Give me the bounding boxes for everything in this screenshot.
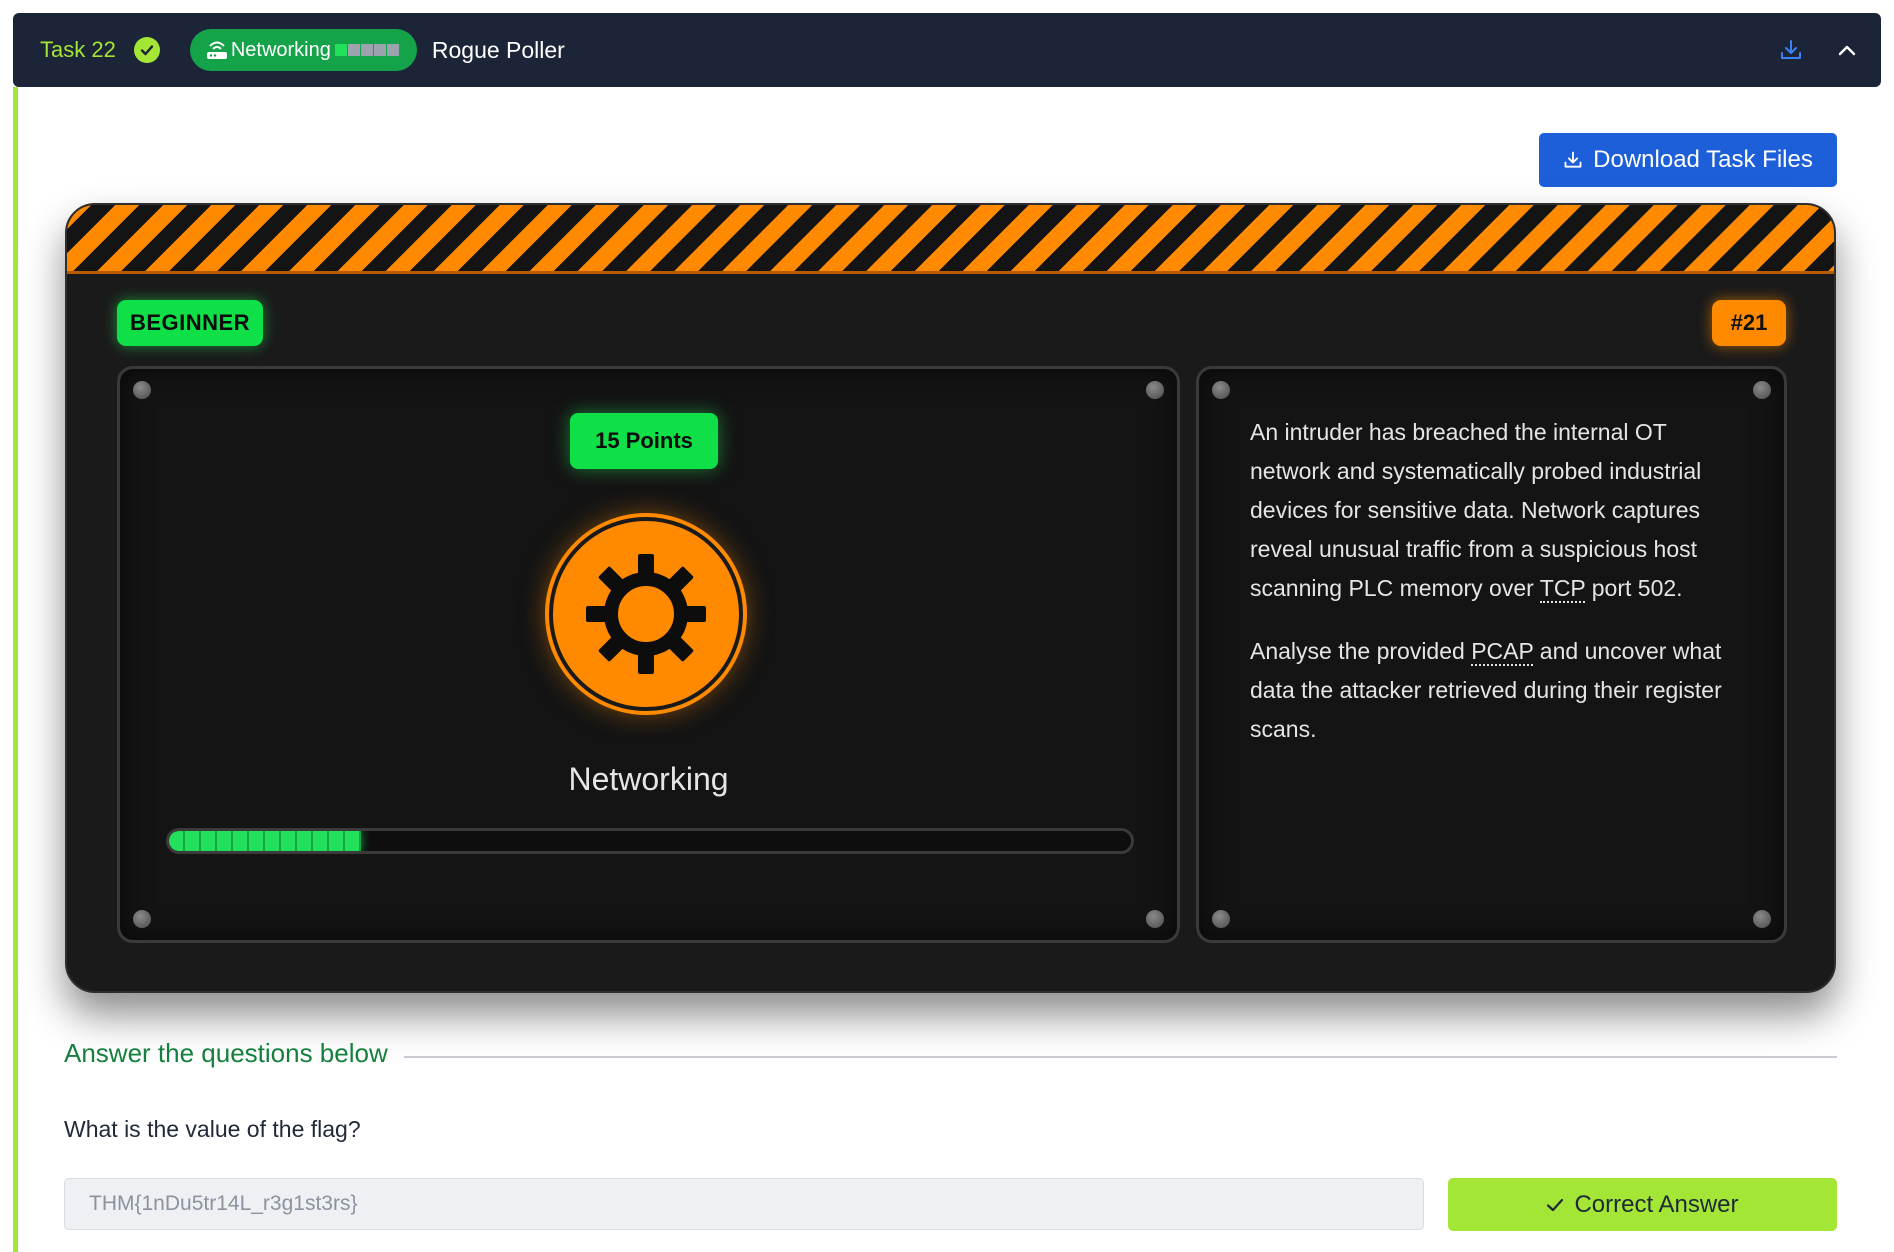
category-icon-circle [549,517,743,711]
router-icon [206,41,227,59]
gear-icon [586,554,706,674]
rivet [1212,910,1230,928]
difficulty-bar [347,44,360,56]
difficulty-bar [373,44,386,56]
difficulty-bar [334,44,347,56]
rivet [1146,381,1164,399]
abbr-pcap: PCAP [1471,638,1534,666]
abbr-tcp: TCP [1539,575,1586,603]
rivet [1212,381,1230,399]
task-card: BEGINNER #21 15 Points Networking An int… [65,203,1836,993]
points-badge: 15 Points [570,413,718,469]
heading-divider [404,1056,1837,1058]
category-panel: 15 Points Networking [117,366,1180,943]
description-paragraph: Analyse the provided PCAP and uncover wh… [1250,638,1722,742]
description-panel: An intruder has breached the internal OT… [1196,366,1787,943]
chevron-up-icon[interactable] [1837,43,1857,57]
task-header[interactable]: Task 22 Networking Rogue Poller [13,13,1881,87]
category-pill-label: Networking [230,38,331,61]
description-paragraph: An intruder has breached the internal OT… [1250,419,1702,603]
download-button-label: Download Task Files [1593,146,1813,173]
card-number-badge: #21 [1712,300,1786,346]
check-icon [1547,1198,1564,1211]
download-icon[interactable] [1779,38,1803,62]
completed-check-icon [133,37,160,63]
rivet [133,910,151,928]
task-description: An intruder has breached the internal OT… [1250,413,1750,773]
rivet [1753,381,1771,399]
correct-answer-label: Correct Answer [1574,1190,1739,1218]
correct-answer-button[interactable]: Correct Answer [1448,1178,1837,1231]
questions-heading: Answer the questions below [64,1038,388,1068]
download-task-files-button[interactable]: Download Task Files [1539,133,1837,187]
rivet [1146,910,1164,928]
task-number: Task 22 [40,37,116,62]
download-icon [1564,151,1582,168]
question-text: What is the value of the flag? [64,1116,361,1142]
answer-input[interactable]: THM{1nDu5tr14L_r3g1st3rs} [64,1178,1424,1230]
difficulty-badge: BEGINNER [117,300,263,346]
progress-fill [169,831,362,851]
left-accent-line [13,87,18,1252]
rivet [133,381,151,399]
category-progress-bar [166,828,1134,854]
difficulty-bar [386,44,399,56]
difficulty-bars [334,44,400,56]
hazard-stripe [67,205,1834,274]
rivet [1753,910,1771,928]
category-pill: Networking [189,29,417,71]
category-name: Networking [568,761,729,797]
difficulty-bar [360,44,373,56]
task-title: Rogue Poller [431,36,565,63]
